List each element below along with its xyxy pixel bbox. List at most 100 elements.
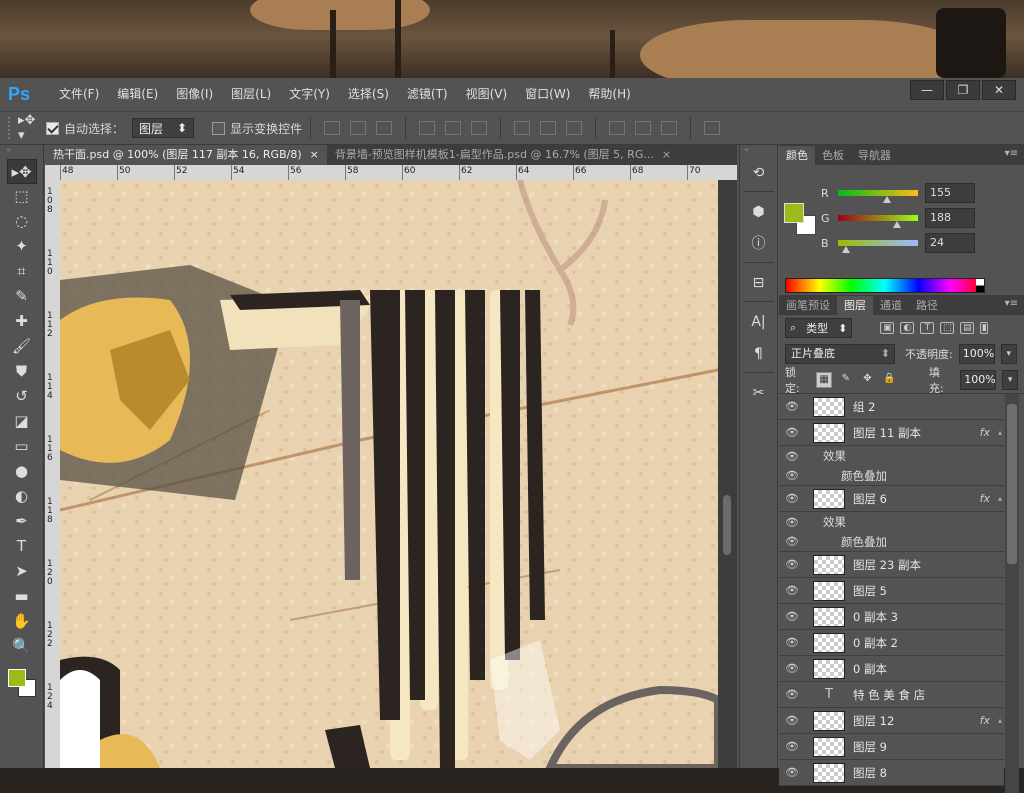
layers-scroll-thumb[interactable] — [1007, 404, 1017, 564]
layer-row[interactable]: 👁 图层 8 — [779, 760, 1004, 786]
foreground-color-swatch[interactable] — [7, 669, 26, 687]
show-transform-checkbox[interactable] — [212, 121, 226, 135]
eraser-tool-icon[interactable]: ◪ — [7, 409, 37, 434]
filter-shape-icon[interactable]: ⬚ — [940, 322, 955, 334]
paragraph-icon[interactable]: ¶ — [747, 342, 771, 366]
rectangle-tool-icon[interactable]: ▬ — [7, 584, 37, 609]
panel-tab[interactable]: 色板 — [815, 146, 851, 165]
panel-menu-icon[interactable]: ▾≡ — [1005, 298, 1018, 309]
fx-icon[interactable]: fx — [980, 492, 990, 505]
filter-adjustment-icon[interactable]: ◐ — [900, 322, 915, 334]
actions-icon[interactable]: ⊟ — [747, 271, 771, 295]
red-value-input[interactable]: 155 — [925, 183, 975, 203]
distribute-top-icon[interactable] — [514, 121, 531, 135]
align-vcenter-icon[interactable] — [350, 121, 367, 135]
align-bottom-icon[interactable] — [376, 121, 393, 135]
align-right-icon[interactable] — [471, 121, 488, 135]
gradient-tool-icon[interactable]: ▭ — [7, 434, 37, 459]
green-slider[interactable] — [838, 215, 918, 228]
vertical-scrollbar[interactable] — [718, 180, 737, 768]
opacity-dropdown-icon[interactable]: ▾ — [1000, 344, 1017, 364]
blur-tool-icon[interactable]: ● — [7, 459, 37, 484]
tab-close-icon[interactable]: × — [662, 148, 671, 161]
healing-brush-tool-icon[interactable]: ✚ — [7, 309, 37, 334]
marquee-tool-icon[interactable]: ⬚ — [7, 184, 37, 209]
effect-row[interactable]: 👁 颜色叠加 — [779, 532, 1004, 552]
visibility-eye-icon[interactable]: 👁 — [779, 688, 805, 701]
color-panel-swatches[interactable] — [784, 203, 824, 243]
zoom-tool-icon[interactable]: 🔍 — [7, 634, 37, 659]
effect-eye-icon[interactable]: 👁 — [779, 535, 805, 548]
history-brush-tool-icon[interactable]: ↺ — [7, 384, 37, 409]
menu-item[interactable]: 滤镜(T) — [398, 78, 457, 111]
visibility-eye-icon[interactable]: 👁 — [779, 400, 805, 413]
align-hcenter-icon[interactable] — [445, 121, 462, 135]
layer-row[interactable]: 👁 图层 12 fx ▴ — [779, 708, 1004, 734]
filter-toggle-icon[interactable]: ▮ — [980, 322, 989, 334]
history-icon[interactable]: ⟲ — [747, 161, 771, 185]
filter-smart-object-icon[interactable]: ▤ — [960, 322, 975, 334]
vertical-ruler[interactable]: 108 110 112 114 116 118 120 122 124 — [45, 180, 60, 768]
panel-tab[interactable]: 图层 — [837, 296, 873, 315]
lock-position-icon[interactable]: ✥ — [860, 372, 876, 388]
color-spectrum-bar[interactable] — [785, 278, 985, 293]
menu-item[interactable]: 帮助(H) — [579, 78, 639, 111]
hand-tool-icon[interactable]: ✋ — [7, 609, 37, 634]
effect-row[interactable]: 👁 颜色叠加 — [779, 466, 1004, 486]
eyedropper-tool-icon[interactable]: ✎ — [7, 284, 37, 309]
effect-eye-icon[interactable]: 👁 — [779, 516, 805, 529]
layer-row[interactable]: 👁 图层 11 副本 fx ▴ — [779, 420, 1004, 446]
3d-icon[interactable]: ⬢ — [747, 200, 771, 224]
visibility-eye-icon[interactable]: 👁 — [779, 610, 805, 623]
canvas[interactable] — [60, 180, 718, 768]
menu-item[interactable]: 选择(S) — [339, 78, 398, 111]
pen-tool-icon[interactable]: ✒ — [7, 509, 37, 534]
document-tab[interactable]: 背景墙-预览图样机模板1-扁型作品.psd @ 16.7% (图层 5, RG.… — [327, 145, 679, 165]
distribute-bottom-icon[interactable] — [566, 121, 583, 135]
visibility-eye-icon[interactable]: 👁 — [779, 636, 805, 649]
blue-slider[interactable] — [838, 240, 918, 253]
distribute-hcenter-icon[interactable] — [635, 121, 652, 135]
auto-align-icon[interactable] — [704, 121, 721, 135]
dodge-tool-icon[interactable]: ◐ — [7, 484, 37, 509]
menu-item[interactable]: 视图(V) — [457, 78, 517, 111]
magic-wand-tool-icon[interactable]: ✦ — [7, 234, 37, 259]
effects-row[interactable]: 👁 效果 — [779, 446, 1004, 466]
visibility-eye-icon[interactable]: 👁 — [779, 584, 805, 597]
scroll-thumb[interactable] — [723, 495, 731, 555]
layer-row[interactable]: 👁 T 特 色 美 食 店 — [779, 682, 1004, 708]
foreground-background-swatches[interactable] — [4, 665, 40, 701]
fx-expand-arrow-icon[interactable]: ▴ — [998, 716, 1002, 725]
red-slider[interactable] — [838, 190, 918, 203]
panel-menu-icon[interactable]: ▾≡ — [1005, 148, 1018, 159]
brush-tool-icon[interactable]: 🖌 — [7, 334, 37, 359]
visibility-eye-icon[interactable]: 👁 — [779, 740, 805, 753]
red-slider-thumb[interactable] — [882, 196, 891, 203]
menu-item[interactable]: 编辑(E) — [108, 78, 167, 111]
lock-all-icon[interactable]: 🔒 — [881, 372, 897, 388]
menu-item[interactable]: 文字(Y) — [280, 78, 339, 111]
effect-eye-icon[interactable]: 👁 — [779, 469, 805, 482]
green-value-input[interactable]: 188 — [925, 208, 975, 228]
distribute-vcenter-icon[interactable] — [540, 121, 557, 135]
clone-stamp-tool-icon[interactable]: ⛊ — [7, 359, 37, 384]
path-selection-tool-icon[interactable]: ➤ — [7, 559, 37, 584]
move-tool-preset-icon[interactable]: ▸✥ ▾ — [18, 113, 46, 143]
layers-scrollbar[interactable] — [1005, 394, 1019, 793]
panel-tab[interactable]: 画笔预设 — [779, 296, 837, 315]
auto-select-checkbox[interactable] — [46, 121, 59, 135]
distribute-left-icon[interactable] — [609, 121, 626, 135]
align-top-icon[interactable] — [324, 121, 341, 135]
fill-input[interactable]: 100% — [960, 370, 997, 390]
document-tab[interactable]: 热干面.psd @ 100% (图层 117 副本 16, RGB/8) × — [45, 145, 327, 165]
blue-value-input[interactable]: 24 — [925, 233, 975, 253]
fx-icon[interactable]: fx — [980, 714, 990, 727]
visibility-eye-icon[interactable]: 👁 — [779, 662, 805, 675]
layer-row[interactable]: 👁 图层 6 fx ▴ — [779, 486, 1004, 512]
visibility-eye-icon[interactable]: 👁 — [779, 426, 805, 439]
layer-row[interactable]: 👁 图层 9 — [779, 734, 1004, 760]
info-icon[interactable]: ⓘ — [747, 232, 771, 256]
tool-presets-icon[interactable]: ✂ — [747, 381, 771, 405]
green-slider-thumb[interactable] — [892, 221, 901, 228]
tools-collapse-icon[interactable]: » — [0, 145, 43, 155]
